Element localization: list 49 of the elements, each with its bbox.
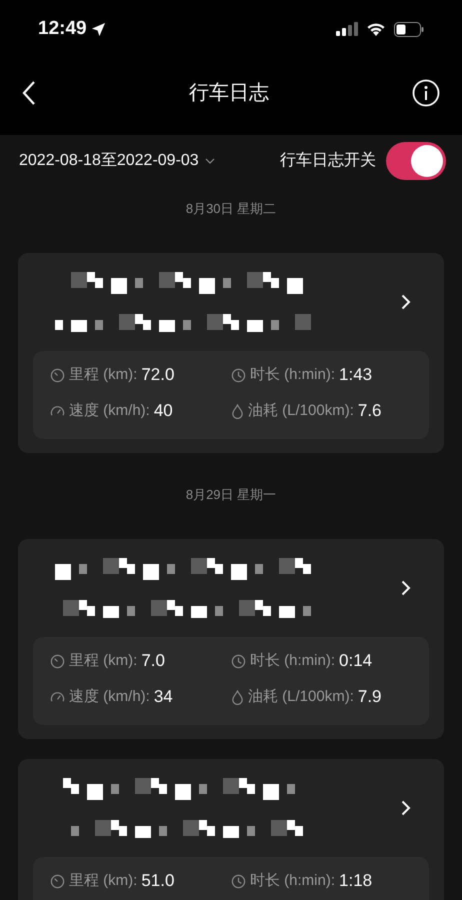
stat-value: 40 [154,400,173,422]
location-arrow-icon [90,22,106,36]
stat-label: 时长 (h:min): [250,364,336,385]
stat-label: 里程 (km): [69,364,138,385]
dial-icon [50,368,65,382]
stat-value: 1:18 [339,870,372,892]
chevron-right-icon [401,294,411,310]
stat-value: 51.0 [141,870,174,892]
stat-value: 7.6 [358,400,382,422]
stat-label: 时长 (h:min): [250,870,336,891]
date-header: 8月29日 星期一 [186,486,276,504]
trip-card[interactable]: 里程 (km): 7.0 时长 (h:min): 0:14 速度 (km/h): 34 油耗 (L/100km): 7.9 [18,539,444,739]
trip-card[interactable]: 里程 (km): 72.0 时长 (h:min): 1:43 速度 (km/h): 40 油耗 (L/100km): 7.6 [18,253,444,453]
gauge-icon [50,404,65,418]
trip-card[interactable]: 里程 (km): 51.0 时长 (h:min): 1:18 [18,759,444,900]
chevron-down-icon [204,158,215,164]
date-header: 8月30日 星期二 [186,200,276,218]
clock-icon [231,368,246,382]
chevron-right-icon [401,800,411,816]
gauge-icon [50,690,65,704]
stat-label: 油耗 (L/100km): [248,686,354,707]
chevron-right-icon [401,580,411,596]
stat-label: 里程 (km): [69,870,138,891]
wifi-icon [366,22,386,36]
stat-value: 7.0 [141,650,165,672]
stat-label: 油耗 (L/100km): [248,400,354,421]
stat-label: 里程 (km): [69,650,138,671]
signal-icon [336,22,358,36]
clock-icon [231,654,246,668]
stat-label: 速度 (km/h): [69,686,150,707]
stat-value: 7.9 [358,686,382,708]
stat-value: 0:14 [339,650,372,672]
status-time: 12:49 [38,16,87,41]
dial-icon [50,654,65,668]
stat-value: 1:43 [339,364,372,386]
stat-label: 速度 (km/h): [69,400,150,421]
stat-label: 时长 (h:min): [250,650,336,671]
page-title: 行车日志 [189,80,269,106]
dial-icon [50,874,65,888]
log-toggle[interactable] [386,142,446,180]
drop-icon [231,690,244,704]
info-button[interactable] [412,78,440,106]
date-range-dropdown[interactable]: 2022-08-18至2022-09-03 [19,149,215,173]
drop-icon [231,404,244,418]
battery-icon [394,22,424,36]
clock-icon [231,874,246,888]
stat-value: 72.0 [141,364,174,386]
stat-value: 34 [154,686,173,708]
switch-label: 行车日志开关 [280,150,376,171]
